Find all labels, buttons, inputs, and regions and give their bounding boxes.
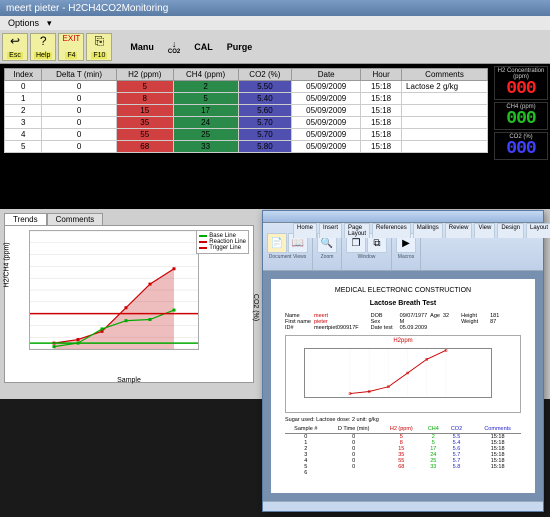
ribbon-tab[interactable]: Home: [293, 223, 317, 238]
word-titlebar[interactable]: [263, 211, 543, 223]
ribbon-tab[interactable]: Mailings: [413, 223, 443, 238]
col-header: CH4 (ppm): [173, 69, 238, 81]
f4-button[interactable]: EXITF4: [58, 33, 84, 61]
ribbon-tab[interactable]: References: [372, 223, 411, 238]
table-row[interactable]: 3035245.7005/09/200915:18: [5, 117, 488, 129]
ribbon-tab[interactable]: Insert: [319, 223, 342, 238]
tab-trends[interactable]: Trends: [4, 213, 47, 225]
tab-comments[interactable]: Comments: [47, 213, 104, 225]
exit-icon: EXIT: [63, 35, 81, 43]
company-name: MEDICAL ELECTRONIC CONSTRUCTION: [285, 287, 521, 294]
table-row[interactable]: 2015175.6005/09/200915:18: [5, 105, 488, 117]
col-header: Date: [292, 69, 361, 81]
data-table-panel: IndexDelta T (min)H2 (ppm)CH4 (ppm)CO2 (…: [0, 64, 492, 209]
report-chart: H2ppm: [285, 335, 521, 413]
table-row[interactable]: 00525.5005/09/200915:18Lactose 2 g/kg: [5, 81, 488, 93]
ribbon-tab[interactable]: View: [474, 223, 495, 238]
co2-gauge: CO2 (%) 000: [494, 132, 548, 160]
purge-button[interactable]: Purge: [221, 42, 259, 52]
ribbon-tab[interactable]: Layout: [526, 223, 550, 238]
report-table: Sample #D Time (min)H2 (ppm)CH4CO2Commen…: [285, 425, 521, 476]
print-layout-button[interactable]: 📄: [267, 233, 287, 253]
co2-button[interactable]: ↓CO2: [162, 39, 186, 55]
chart-legend: Base Line Reaction Line Trigger Line: [196, 230, 249, 254]
report-page: MEDICAL ELECTRONIC CONSTRUCTION Lactose …: [271, 279, 535, 493]
toolbar: ↩Esc ?Help EXITF4 ⎘F10 Manu ↓CO2 CAL Pur…: [0, 30, 550, 64]
esc-button[interactable]: ↩Esc: [2, 33, 28, 61]
f10-button[interactable]: ⎘F10: [86, 33, 112, 61]
trend-chart: H2/CH4 (ppm) CO2 (%) Sample Base Line Re…: [4, 225, 254, 383]
data-table: IndexDelta T (min)H2 (ppm)CH4 (ppm)CO2 (…: [4, 68, 488, 153]
table-row[interactable]: 5068335.8005/09/200915:18: [5, 141, 488, 153]
h2-readout: 000: [496, 80, 546, 98]
col-header: Comments: [402, 69, 488, 81]
ribbon-tab[interactable]: Review: [445, 223, 473, 238]
chart-svg: [30, 231, 198, 349]
h2-gauge: H2 Concentration (ppm) 000: [494, 66, 548, 100]
report-title: Lactose Breath Test: [285, 300, 521, 307]
ribbon-tab[interactable]: Design: [497, 223, 524, 238]
cal-button[interactable]: CAL: [188, 42, 219, 52]
ch4-readout: 000: [496, 110, 546, 128]
menubar: Options ▾: [0, 16, 550, 30]
word-statusbar: [263, 501, 543, 511]
menu-dropdown-icon[interactable]: ▾: [43, 18, 56, 29]
col-header: CO2 (%): [238, 69, 292, 81]
manu-button[interactable]: Manu: [124, 42, 160, 52]
report-row: 6: [285, 470, 521, 476]
chart-plot-area: [29, 230, 199, 350]
word-document-area[interactable]: MEDICAL ELECTRONIC CONSTRUCTION Lactose …: [263, 271, 543, 501]
help-button[interactable]: ?Help: [30, 33, 56, 61]
f10-icon: ⎘: [95, 35, 105, 47]
col-header: Delta T (min): [42, 69, 116, 81]
report-chart-svg: [305, 349, 491, 397]
menu-options[interactable]: Options: [4, 18, 43, 28]
sugar-line: Sugar used: Lactose dose: 2 unit: g/kg: [285, 417, 521, 423]
window-title: meert pieter - H2CH4CO2Monitoring: [6, 3, 168, 14]
ch4-gauge: CH4 (ppm) 000: [494, 102, 548, 130]
table-row[interactable]: 4055255.7005/09/200915:18: [5, 129, 488, 141]
ribbon-tab[interactable]: Page Layout: [344, 223, 370, 238]
word-report-window: HomeInsertPage LayoutReferencesMailingsR…: [262, 210, 544, 512]
down-icon: ↓: [172, 39, 177, 49]
esc-icon: ↩: [10, 35, 20, 47]
col-header: Index: [5, 69, 42, 81]
table-row[interactable]: 10855.4005/09/200915:18: [5, 93, 488, 105]
co2-readout: 000: [496, 140, 546, 158]
window-titlebar: meert pieter - H2CH4CO2Monitoring: [0, 0, 550, 16]
col-header: H2 (ppm): [116, 69, 173, 81]
gauge-panel: H2 Concentration (ppm) 000 CH4 (ppm) 000…: [492, 64, 550, 209]
help-icon: ?: [40, 35, 47, 47]
col-header: Hour: [361, 69, 402, 81]
